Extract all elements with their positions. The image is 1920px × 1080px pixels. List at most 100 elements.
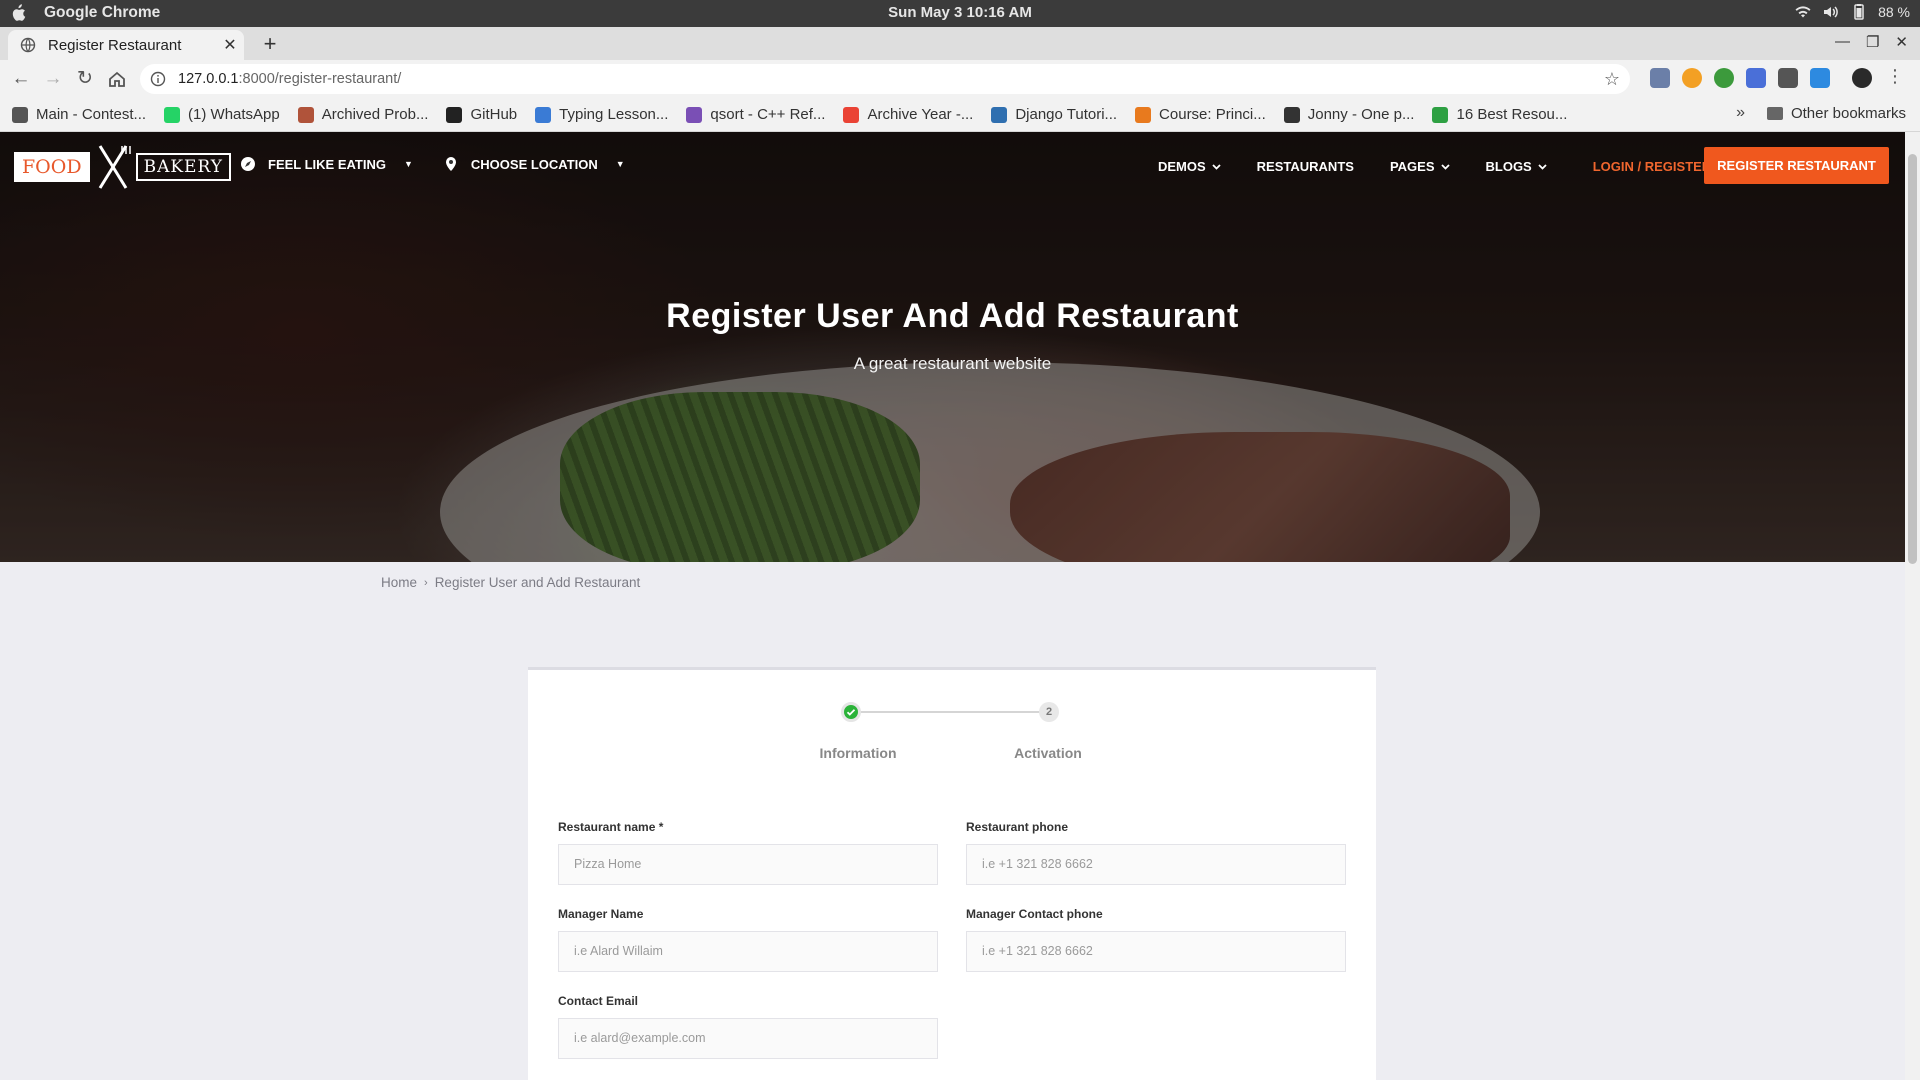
nav-restaurants[interactable]: RESTAURANTS: [1257, 159, 1354, 174]
bookmark-favicon-icon: [446, 106, 463, 123]
manager-phone-label: Manager Contact phone: [966, 907, 1103, 921]
bookmark-item[interactable]: Archived Prob...: [297, 106, 429, 123]
bookmark-item[interactable]: GitHub: [446, 106, 517, 123]
nav-left: FEEL LIKE EATING ▼ CHOOSE LOCATION ▼: [240, 156, 655, 172]
wifi-icon[interactable]: [1794, 4, 1812, 20]
bookmark-label: 16 Best Resou...: [1456, 106, 1568, 123]
nav-right: DEMOS RESTAURANTS PAGES BLOGS LOGIN / RE…: [1158, 159, 1737, 174]
close-window-icon[interactable]: ✕: [1895, 33, 1908, 51]
page-viewport: FOOD BAKERY FEEL LIKE EATING ▼ CHOOSE LO…: [0, 132, 1905, 1080]
restaurant-phone-label: Restaurant phone: [966, 820, 1069, 834]
bookmark-item[interactable]: Typing Lesson...: [535, 106, 668, 123]
contact-email-input[interactable]: i.e alard@example.com: [558, 1018, 938, 1059]
battery-percent: 88 %: [1878, 4, 1910, 20]
bookmark-favicon-icon: [12, 106, 28, 123]
restaurant-name-input[interactable]: Pizza Home: [558, 844, 938, 885]
caret-down-icon: ▼: [403, 159, 413, 169]
hero-banner: FOOD BAKERY FEEL LIKE EATING ▼ CHOOSE LO…: [0, 132, 1905, 562]
fork-knife-icon: [98, 145, 131, 189]
browser-menu-icon[interactable]: ⋮: [1886, 66, 1904, 87]
bookmark-label: Django Tutori...: [1015, 106, 1118, 123]
logo-food-text: FOOD: [14, 152, 90, 182]
extension-eyedropper-icon[interactable]: [1650, 68, 1670, 88]
stepper-line: [852, 711, 1049, 713]
registration-form-card: 2 Information Activation Restaurant name…: [528, 667, 1376, 1080]
hero-overlay: [0, 132, 1905, 562]
extension-cookie-icon[interactable]: [1682, 68, 1702, 88]
bookmark-star-icon[interactable]: ☆: [1604, 69, 1620, 90]
forward-icon[interactable]: →: [42, 68, 64, 90]
bookmark-favicon-icon: [991, 106, 1008, 123]
url-text[interactable]: 127.0.0.1:8000/register-restaurant/: [178, 71, 401, 87]
bookmark-item[interactable]: Django Tutori...: [991, 106, 1117, 123]
tab-register-restaurant[interactable]: Register Restaurant ✕: [8, 30, 244, 60]
manager-name-input[interactable]: i.e Alard Willaim: [558, 931, 938, 972]
bookmark-item[interactable]: qsort - C++ Ref...: [686, 106, 825, 123]
extensions: [1650, 68, 1872, 88]
url-host: 127.0.0.1: [178, 71, 239, 87]
back-icon[interactable]: ←: [10, 68, 32, 90]
bookmark-item[interactable]: Archive Year -...: [843, 106, 973, 123]
os-menu-bar: Google Chrome Sun May 3 10:16 AM 88 %: [0, 0, 1920, 27]
breadcrumb-home-link[interactable]: Home: [381, 575, 417, 590]
info-icon[interactable]: [150, 71, 166, 87]
restaurant-name-label: Restaurant name *: [558, 820, 664, 834]
bookmark-item[interactable]: 16 Best Resou...: [1432, 106, 1567, 123]
more-bookmarks-icon[interactable]: »: [1736, 104, 1745, 122]
window-controls: — ❐ ✕: [1835, 33, 1908, 51]
battery-icon[interactable]: [1850, 4, 1868, 20]
extension-globe-icon[interactable]: [1714, 68, 1734, 88]
scrollbar-thumb[interactable]: [1908, 154, 1917, 564]
bookmark-label: Jonny - One p...: [1307, 106, 1415, 123]
bookmark-favicon-icon: [1283, 106, 1300, 123]
chevron-down-icon: [1538, 164, 1547, 170]
step-information-label: Information: [819, 745, 897, 761]
logo-bakery-text: BAKERY: [135, 153, 231, 181]
bookmark-item[interactable]: (1) WhatsApp: [164, 106, 280, 123]
manager-name-label: Manager Name: [558, 907, 644, 921]
site-logo[interactable]: FOOD BAKERY: [14, 144, 231, 190]
compass-icon: [241, 157, 255, 171]
check-icon: [846, 709, 856, 716]
restore-icon[interactable]: ❐: [1866, 33, 1879, 51]
bookmark-label: Typing Lesson...: [559, 106, 669, 123]
bookmark-favicon-icon: [686, 106, 703, 123]
url-path: :8000/register-restaurant/: [238, 71, 402, 87]
extension-translate-icon[interactable]: [1746, 68, 1766, 88]
login-register-link[interactable]: LOGIN / REGISTER: [1593, 159, 1711, 174]
profile-avatar[interactable]: [1852, 68, 1872, 88]
bookmark-item[interactable]: Course: Princi...: [1135, 106, 1266, 123]
bookmark-label: Archive Year -...: [867, 106, 974, 123]
new-tab-icon[interactable]: +: [258, 31, 282, 57]
address-bar[interactable]: 127.0.0.1:8000/register-restaurant/ ☆: [140, 64, 1630, 94]
nav-demos[interactable]: DEMOS: [1158, 159, 1221, 174]
bookmark-favicon-icon: [297, 106, 314, 123]
minimize-icon[interactable]: —: [1835, 33, 1850, 51]
progress-stepper: 2 Information Activation: [820, 702, 1082, 792]
choose-location-dropdown[interactable]: CHOOSE LOCATION ▼: [443, 156, 625, 172]
other-bookmarks[interactable]: Other bookmarks: [1766, 105, 1906, 122]
bookmark-label: Course: Princi...: [1159, 106, 1266, 123]
feel-like-eating-dropdown[interactable]: FEEL LIKE EATING ▼: [240, 156, 413, 172]
bookmark-item[interactable]: Main - Contest...: [12, 106, 146, 123]
extension-check-icon[interactable]: [1810, 68, 1830, 88]
nav-blogs[interactable]: BLOGS: [1486, 159, 1547, 174]
register-restaurant-button[interactable]: REGISTER RESTAURANT: [1704, 147, 1889, 184]
extension-shield-icon[interactable]: [1778, 68, 1798, 88]
volume-icon[interactable]: [1822, 4, 1840, 20]
nav-pages[interactable]: PAGES: [1390, 159, 1450, 174]
step-2-number: 2: [1039, 702, 1059, 722]
nav-pages-label: PAGES: [1389, 159, 1435, 174]
clock[interactable]: Sun May 3 10:16 AM: [0, 4, 1920, 21]
page-scrollbar[interactable]: [1905, 132, 1920, 1080]
map-pin-icon: [445, 157, 456, 171]
home-icon[interactable]: [106, 68, 128, 90]
bookmark-item[interactable]: Jonny - One p...: [1283, 106, 1415, 123]
reload-icon[interactable]: ↻: [74, 68, 96, 90]
bookmark-favicon-icon: [843, 106, 860, 123]
manager-phone-input[interactable]: i.e +1 321 828 6662: [966, 931, 1346, 972]
restaurant-phone-input[interactable]: i.e +1 321 828 6662: [966, 844, 1346, 885]
bookmark-label: Archived Prob...: [321, 106, 429, 123]
contact-email-group: Contact Email i.e alard@example.com: [558, 994, 938, 1059]
close-tab-icon[interactable]: ✕: [216, 35, 244, 55]
